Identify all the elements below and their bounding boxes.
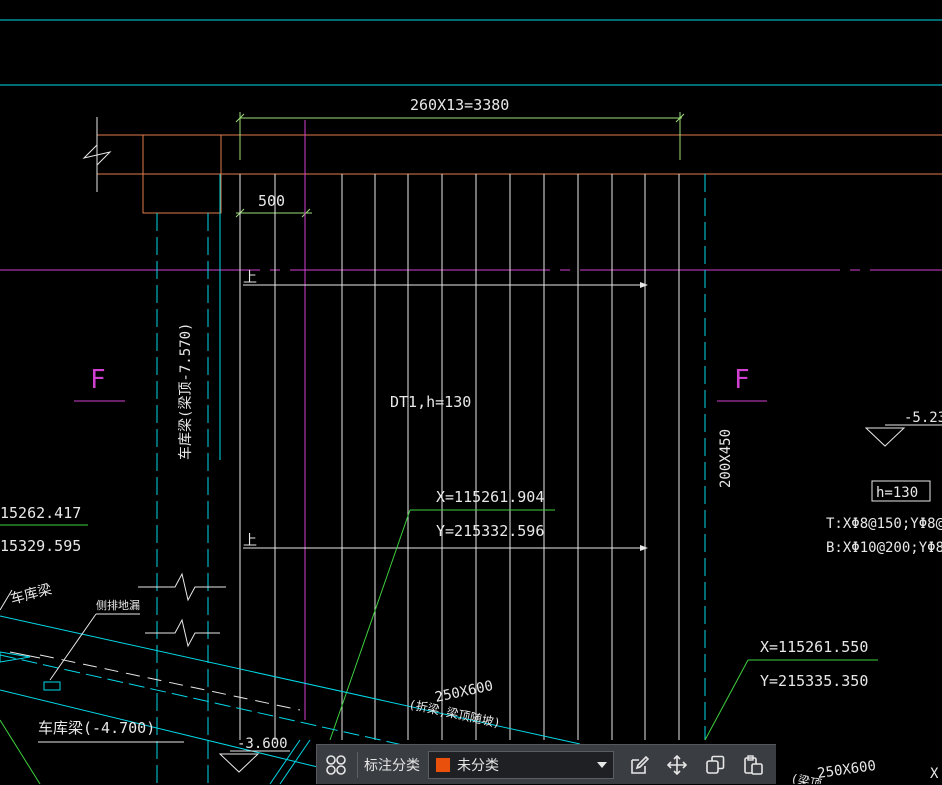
arrow-mark-2: 上	[243, 533, 257, 549]
thickness-box: h=130	[876, 485, 918, 501]
coord-left-y: 15329.595	[0, 537, 81, 555]
chevron-down-icon	[597, 761, 607, 768]
grid-icon	[326, 754, 346, 775]
annotation-toolbar: 标注分类 未分类	[316, 744, 776, 784]
beam-bottom-left: 车库梁(-4.700)	[38, 719, 155, 737]
slab-tag: DT1,h=130	[390, 393, 471, 411]
section-f-right: F	[734, 365, 750, 395]
paste-button[interactable]	[734, 745, 772, 785]
spacing-dim: 500	[258, 192, 285, 210]
beam-section-bottom: 250X600	[434, 678, 495, 706]
rebar-bottom: B:XΦ10@200;YΦ8	[826, 540, 942, 556]
arrow-mark-1: 上	[243, 270, 257, 286]
beam-section-bottom-right: 250X600	[816, 758, 877, 782]
category-label: 标注分类	[364, 757, 420, 774]
toolbar-divider	[357, 751, 358, 778]
top-span-dim: 260X13=3380	[410, 96, 509, 114]
category-selected: 未分类	[457, 757, 499, 774]
elev-bottom: -3.600	[237, 736, 288, 752]
copy-icon	[706, 755, 725, 774]
coord-mid-y: Y=215332.596	[436, 522, 544, 540]
paste-icon	[744, 754, 763, 775]
layer-color-swatch	[435, 756, 451, 773]
coord-left-x: 15262.417	[0, 504, 81, 522]
edit-icon	[631, 755, 650, 774]
copy-button[interactable]	[696, 745, 734, 785]
move-button[interactable]	[658, 745, 696, 785]
truncated-x: X	[930, 766, 939, 782]
drain-ditch-label: 侧排地漏	[96, 598, 140, 612]
beam-section-right: 200X450	[718, 429, 734, 488]
coord-right-x: X=115261.550	[760, 638, 868, 656]
coord-mid-x: X=115261.904	[436, 488, 544, 506]
grid-menu-button[interactable]	[317, 745, 355, 785]
section-f-left: F	[90, 365, 106, 395]
elev-right: -5.230	[904, 410, 942, 426]
move-icon	[666, 754, 688, 775]
rebar-top: T:XΦ8@150;YΦ8@	[826, 516, 942, 532]
beam-left-top: 车库梁	[9, 581, 54, 608]
cad-drawing-canvas[interactable]: 260X13=3380 500 上 上 F F DT1,h=130 车库梁(梁顶…	[0, 0, 942, 784]
beam-vertical-label: 车库梁(梁顶-7.570)	[177, 323, 194, 460]
coord-right-y: Y=215335.350	[760, 672, 868, 690]
edit-button[interactable]	[620, 745, 658, 785]
category-dropdown[interactable]: 未分类	[428, 750, 614, 779]
